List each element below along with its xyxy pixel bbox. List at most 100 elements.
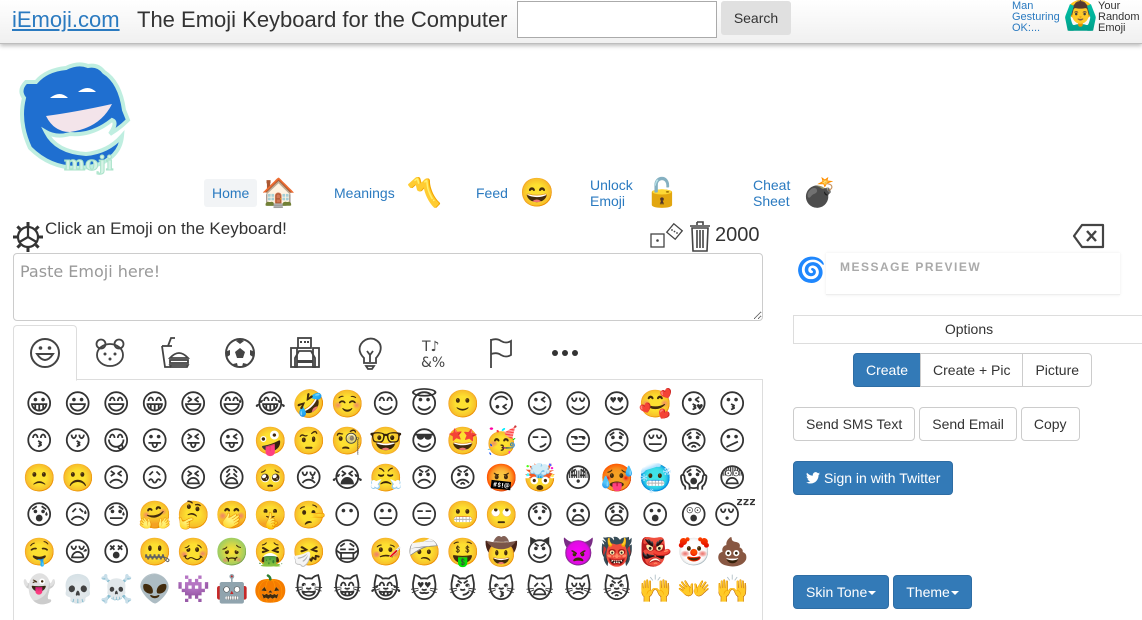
emoji-key[interactable]: 😻 — [405, 571, 444, 608]
emoji-key[interactable]: 🤠 — [482, 534, 521, 571]
emoji-key[interactable]: 😄 — [97, 386, 136, 423]
nav-meanings-label[interactable]: Meanings — [326, 179, 403, 207]
emoji-key[interactable]: 🤣 — [290, 386, 329, 423]
send-sms-button[interactable]: Send SMS Text — [793, 407, 916, 441]
emoji-key[interactable]: 🤧 — [290, 534, 329, 571]
random-dice-icon[interactable] — [649, 222, 685, 250]
emoji-key[interactable]: 😗 — [713, 386, 752, 423]
emoji-key[interactable]: 👽 — [136, 571, 175, 608]
emoji-key[interactable]: 🥶 — [636, 460, 675, 497]
emoji-key[interactable]: 😃 — [59, 386, 98, 423]
tab-food[interactable] — [143, 325, 207, 380]
nav-feed[interactable]: Feed 😄 — [468, 174, 555, 212]
iemoji-logo[interactable]: moji — [16, 62, 136, 178]
emoji-key[interactable]: 😏 — [521, 423, 560, 460]
site-home-link[interactable]: iEmoji.com — [12, 7, 120, 33]
emoji-key[interactable]: 😽 — [482, 571, 521, 608]
emoji-key[interactable]: 😡 — [444, 460, 483, 497]
emoji-key[interactable]: 😿 — [559, 571, 598, 608]
emoji-key[interactable]: 😩 — [213, 460, 252, 497]
search-input[interactable] — [517, 1, 717, 38]
emoji-key[interactable]: 🤩 — [444, 423, 483, 460]
emoji-key[interactable]: 🙃 — [482, 386, 521, 423]
emoji-key[interactable]: 😭 — [328, 460, 367, 497]
send-email-button[interactable]: Send Email — [919, 407, 1017, 441]
emoji-key[interactable]: 🤖 — [213, 571, 252, 608]
nav-cheat-sheet[interactable]: Cheat Sheet 💣 — [745, 174, 837, 212]
emoji-key[interactable]: 😘 — [675, 386, 714, 423]
emoji-key[interactable]: 😚 — [59, 423, 98, 460]
emoji-key[interactable]: 👻 — [20, 571, 59, 608]
emoji-key[interactable]: 😒 — [559, 423, 598, 460]
emoji-key[interactable]: 😊 — [367, 386, 406, 423]
random-emoji-image[interactable]: 🙆‍♂️ — [1063, 0, 1098, 32]
emoji-key[interactable]: 😌 — [559, 386, 598, 423]
emoji-key[interactable]: 😱 — [675, 460, 714, 497]
emoji-key[interactable]: 👐 — [675, 571, 714, 608]
emoji-key[interactable]: 😖 — [136, 460, 175, 497]
emoji-key[interactable]: 😕 — [713, 423, 752, 460]
emoji-key[interactable]: 😋 — [97, 423, 136, 460]
emoji-key[interactable]: 😞 — [598, 423, 637, 460]
emoji-key[interactable]: 😙 — [20, 423, 59, 460]
emoji-key[interactable]: 🙌 — [636, 571, 675, 608]
settings-gear-icon[interactable] — [12, 221, 44, 253]
emoji-key[interactable]: 😶 — [328, 497, 367, 534]
emoji-key[interactable]: 🙁 — [20, 460, 59, 497]
emoji-key[interactable]: 😜 — [213, 423, 252, 460]
create-button[interactable]: Create — [853, 353, 922, 387]
tab-objects[interactable] — [338, 325, 402, 380]
nav-cheat-sheet-label[interactable]: Cheat Sheet — [745, 171, 798, 215]
emoji-key[interactable]: 😇 — [405, 386, 444, 423]
emoji-key[interactable]: 😷 — [328, 534, 367, 571]
emoji-key[interactable]: 😸 — [328, 571, 367, 608]
emoji-key[interactable]: 😎 — [405, 423, 444, 460]
tab-animals[interactable] — [78, 325, 142, 380]
emoji-key[interactable]: 👾 — [174, 571, 213, 608]
emoji-key[interactable]: 🙀 — [521, 571, 560, 608]
tab-flags[interactable] — [468, 325, 532, 380]
emoji-key[interactable]: 😀 — [20, 386, 59, 423]
nav-unlock-emoji-label[interactable]: Unlock Emoji — [582, 171, 641, 215]
emoji-key[interactable]: 😟 — [675, 423, 714, 460]
emoji-key[interactable]: 😈 — [521, 534, 560, 571]
emoji-key[interactable]: 🥳 — [482, 423, 521, 460]
emoji-key[interactable]: ☠️ — [97, 571, 136, 608]
copy-button[interactable]: Copy — [1020, 407, 1080, 441]
emoji-key[interactable]: 😴 — [713, 497, 756, 534]
emoji-key[interactable]: 😅 — [213, 386, 252, 423]
nav-feed-label[interactable]: Feed — [468, 179, 516, 207]
emoji-key[interactable]: 😪 — [59, 534, 98, 571]
emoji-key[interactable]: 😁 — [136, 386, 175, 423]
emoji-key[interactable]: 😧 — [598, 497, 637, 534]
emoji-key[interactable]: 🤡 — [675, 534, 714, 571]
emoji-key[interactable]: 😫 — [174, 460, 213, 497]
emoji-key[interactable]: 😛 — [136, 423, 175, 460]
emoji-key[interactable]: 🙌 — [713, 571, 752, 608]
emoji-key[interactable]: 🙄 — [482, 497, 521, 534]
emoji-key[interactable]: 😐 — [367, 497, 406, 534]
emoji-key[interactable]: 😆 — [174, 386, 213, 423]
emoji-key[interactable]: 😾 — [598, 571, 637, 608]
emoji-key[interactable]: 😬 — [444, 497, 483, 534]
options-header[interactable]: Options — [793, 315, 1142, 344]
emoji-key[interactable]: 🤨 — [290, 423, 329, 460]
nav-meanings[interactable]: Meanings 〽️ — [326, 174, 442, 212]
emoji-key[interactable]: 🤤 — [20, 534, 59, 571]
emoji-key[interactable]: 🤪 — [251, 423, 290, 460]
emoji-key[interactable]: 😰 — [20, 497, 59, 534]
emoji-key[interactable]: 😯 — [521, 497, 560, 534]
emoji-key[interactable]: 🤢 — [213, 534, 252, 571]
emoji-key[interactable]: 👹 — [598, 534, 637, 571]
emoji-key[interactable]: 😹 — [367, 571, 406, 608]
emoji-key[interactable]: 😲 — [675, 497, 714, 534]
emoji-key[interactable]: 🥴 — [174, 534, 213, 571]
backspace-icon[interactable] — [1072, 223, 1106, 249]
emoji-key[interactable]: 🤫 — [251, 497, 290, 534]
emoji-key[interactable]: 🤗 — [136, 497, 175, 534]
tab-activity[interactable] — [208, 325, 272, 380]
theme-dropdown[interactable]: Theme — [893, 575, 972, 609]
emoji-key[interactable]: 🎃 — [251, 571, 290, 608]
twitter-sign-in-button[interactable]: Sign in with Twitter — [793, 461, 954, 495]
emoji-key[interactable]: 🤕 — [405, 534, 444, 571]
